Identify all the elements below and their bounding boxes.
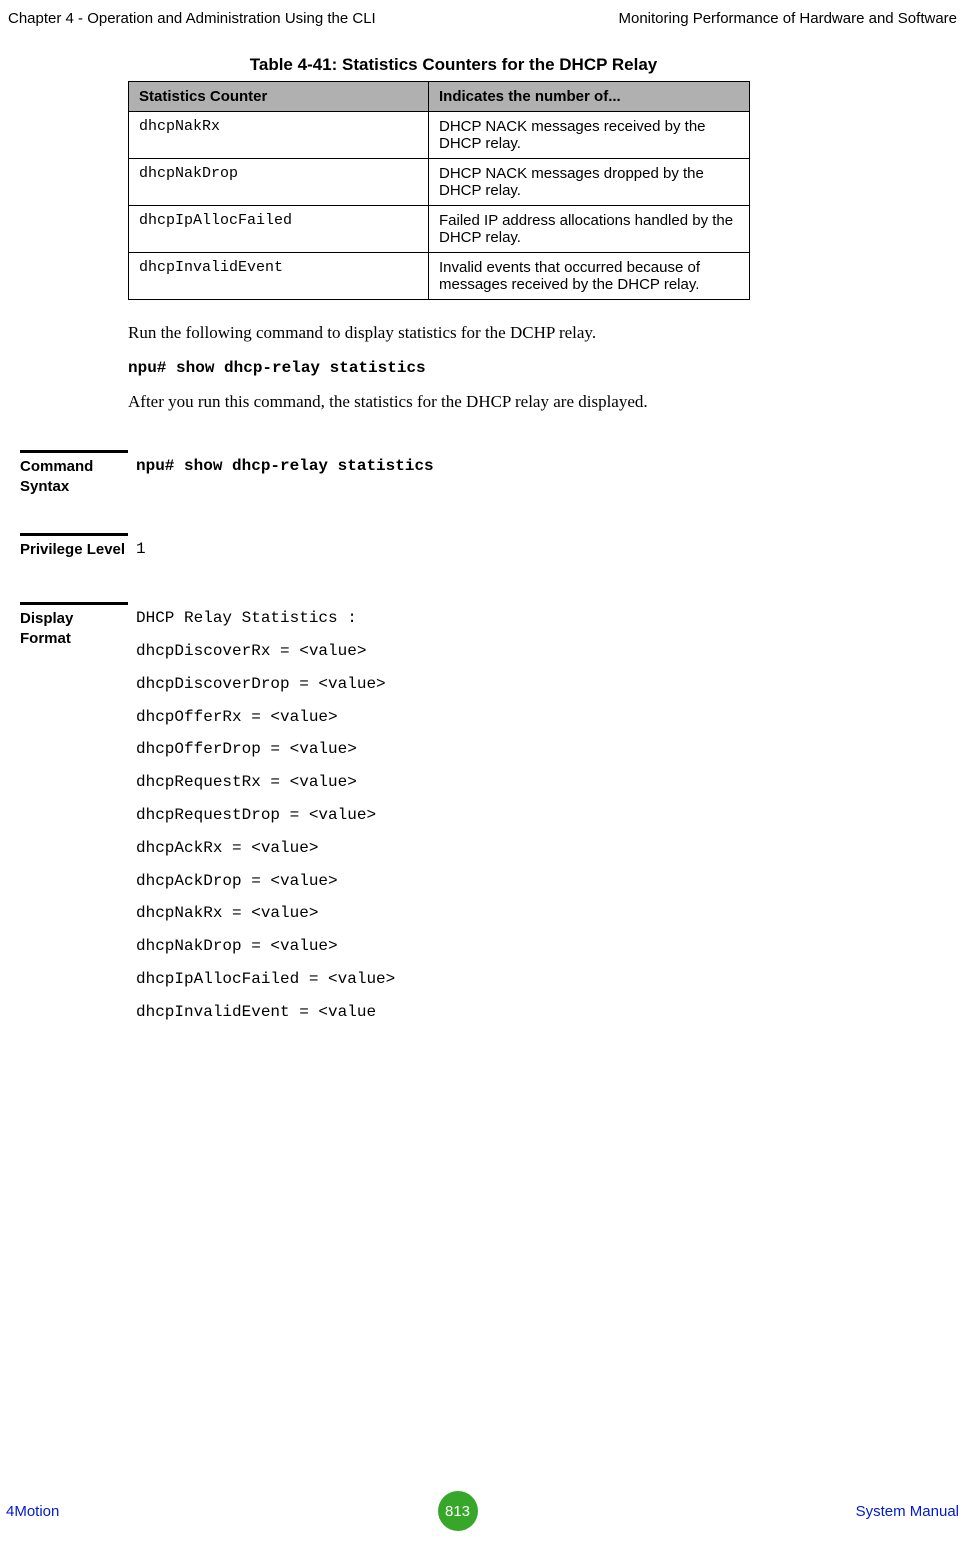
table-header-row: Statistics Counter Indicates the number …	[129, 82, 750, 112]
section-body: npu# show dhcp-relay statistics	[128, 450, 434, 498]
display-line: dhcpNakRx = <value>	[136, 897, 395, 930]
running-header: Chapter 4 - Operation and Administration…	[6, 10, 959, 55]
section-body: DHCP Relay Statistics : dhcpDiscoverRx =…	[128, 602, 395, 1028]
display-line: dhcpAckDrop = <value>	[136, 865, 395, 898]
col-header-desc: Indicates the number of...	[429, 82, 750, 112]
display-line: dhcpNakDrop = <value>	[136, 930, 395, 963]
page-footer: 4Motion 813 System Manual	[6, 1491, 959, 1531]
display-line: dhcpIpAllocFailed = <value>	[136, 963, 395, 996]
desc-cell: DHCP NACK messages dropped by the DHCP r…	[429, 159, 750, 206]
command-line: npu# show dhcp-relay statistics	[128, 359, 899, 377]
display-line: dhcpDiscoverRx = <value>	[136, 635, 395, 668]
footer-left: 4Motion	[6, 1503, 59, 1520]
display-line: DHCP Relay Statistics :	[136, 602, 395, 635]
desc-cell: DHCP NACK messages received by the DHCP …	[429, 112, 750, 159]
display-line: dhcpInvalidEvent = <value	[136, 996, 395, 1029]
display-line: dhcpRequestRx = <value>	[136, 766, 395, 799]
counter-cell: dhcpNakDrop	[129, 159, 429, 206]
content: Table 4-41: Statistics Counters for the …	[6, 55, 959, 1029]
footer-right: System Manual	[856, 1503, 959, 1520]
section-body: 1	[128, 533, 146, 566]
section-privilege-level: Privilege Level 1	[128, 533, 899, 566]
display-line: dhcpDiscoverDrop = <value>	[136, 668, 395, 701]
display-line: dhcpAckRx = <value>	[136, 832, 395, 865]
table-caption: Table 4-41: Statistics Counters for the …	[128, 55, 899, 75]
section-display-format: Display Format DHCP Relay Statistics : d…	[128, 602, 899, 1028]
table-row: dhcpIpAllocFailed Failed IP address allo…	[129, 206, 750, 253]
section-label: Privilege Level	[20, 533, 128, 566]
counter-cell: dhcpIpAllocFailed	[129, 206, 429, 253]
desc-cell: Failed IP address allocations handled by…	[429, 206, 750, 253]
display-line: dhcpRequestDrop = <value>	[136, 799, 395, 832]
table-row: dhcpInvalidEvent Invalid events that occ…	[129, 253, 750, 300]
page: Chapter 4 - Operation and Administration…	[0, 0, 965, 1545]
col-header-counter: Statistics Counter	[129, 82, 429, 112]
counter-cell: dhcpInvalidEvent	[129, 253, 429, 300]
header-left: Chapter 4 - Operation and Administration…	[8, 10, 376, 27]
section-label: Command Syntax	[20, 450, 128, 498]
section-label: Display Format	[20, 602, 128, 1028]
table-row: dhcpNakDrop DHCP NACK messages dropped b…	[129, 159, 750, 206]
stats-table: Statistics Counter Indicates the number …	[128, 81, 750, 300]
table-row: dhcpNakRx DHCP NACK messages received by…	[129, 112, 750, 159]
display-line: dhcpOfferDrop = <value>	[136, 733, 395, 766]
counter-cell: dhcpNakRx	[129, 112, 429, 159]
page-number: 813	[438, 1491, 478, 1531]
paragraph: Run the following command to display sta…	[128, 322, 899, 345]
paragraph: After you run this command, the statisti…	[128, 391, 899, 414]
section-command-syntax: Command Syntax npu# show dhcp-relay stat…	[128, 450, 899, 498]
header-right: Monitoring Performance of Hardware and S…	[619, 10, 958, 27]
display-line: dhcpOfferRx = <value>	[136, 701, 395, 734]
desc-cell: Invalid events that occurred because of …	[429, 253, 750, 300]
